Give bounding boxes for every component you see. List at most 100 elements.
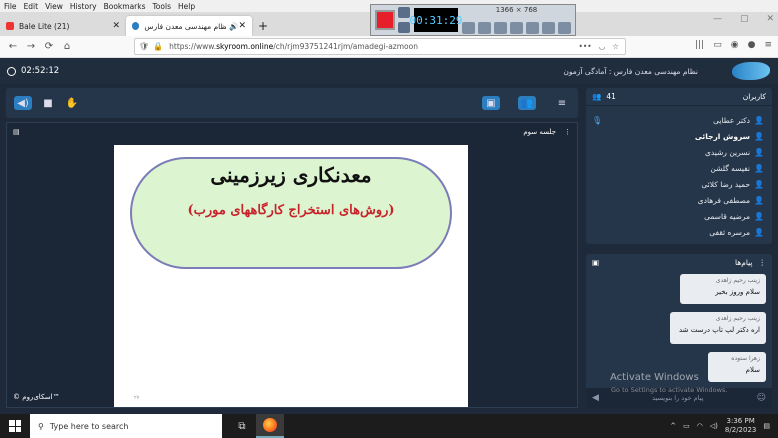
panel-menu-icon[interactable]: ⋮: [564, 128, 571, 136]
user-name: حمید رضا کلائی: [701, 179, 751, 189]
clock-text: 02:52:12: [21, 66, 60, 76]
user-name: مرسره ثقفی: [709, 227, 751, 237]
taskbar-search[interactable]: ⚲ Type here to search: [30, 414, 222, 438]
chat-header: ▣ پیام‌ها ⋮: [586, 254, 772, 270]
pen-icon[interactable]: [526, 22, 539, 34]
chat-toggle-button[interactable]: ▣: [482, 96, 500, 110]
library-icon[interactable]: |||: [695, 40, 704, 50]
network-icon[interactable]: ◠: [697, 422, 703, 430]
tab-label: Bale Lite (21): [19, 21, 70, 31]
users-list: دکتر عطایی 👤 سروش ارجائی 👤 نسرین رشیدی 👤 نف…: [586, 106, 772, 240]
users-icon: 👥: [592, 92, 602, 101]
user-item[interactable]: نسرین رشیدی 👤: [586, 144, 772, 160]
menu-tools[interactable]: Tools: [153, 2, 171, 11]
slide-page-number: ۲۷: [134, 395, 140, 401]
panel-header: ▤ جلسه سوم ⋮: [7, 123, 577, 141]
message-sender: زینب رحیم زاهدی: [715, 277, 760, 284]
task-view-button[interactable]: ⧉: [228, 414, 256, 438]
close-tab-icon[interactable]: ✕: [112, 21, 120, 31]
cursor-icon[interactable]: [510, 22, 523, 34]
shield-icon[interactable]: 🛡: [139, 42, 149, 51]
tab-skyroom[interactable]: نظام مهندسی معدن فارس - 🔊 ✕: [126, 16, 252, 36]
more-icon[interactable]: •••: [578, 42, 591, 51]
chat-menu-icon[interactable]: ⋮: [759, 258, 767, 267]
menu-view[interactable]: View: [45, 2, 63, 11]
user-icon: 👤: [754, 227, 764, 237]
menu-bookmarks[interactable]: Bookmarks: [104, 2, 146, 11]
record-timer: 00:31:29: [410, 8, 463, 32]
user-name: نفیسه گلشن: [710, 163, 751, 173]
chat-message: زینب رحیم زاهدی اره دکتر لپ تاپ درست شد: [670, 312, 766, 344]
users-toggle-button[interactable]: 👥: [518, 96, 536, 110]
speaker-icon[interactable]: 🔊: [229, 22, 238, 31]
webcam-icon[interactable]: [494, 22, 507, 34]
presentation-button[interactable]: ■: [40, 96, 56, 110]
settings-icon[interactable]: [558, 22, 571, 34]
user-item[interactable]: مرسره ثقفی 👤: [586, 224, 772, 240]
record-resolution: 1366 × 768: [495, 6, 538, 14]
emoji-icon[interactable]: ☺: [757, 393, 766, 403]
message-body: سلام: [745, 366, 760, 374]
menu-icon[interactable]: ≡: [764, 40, 772, 50]
user-item[interactable]: مصطفی فرهادی 👤: [586, 192, 772, 208]
reload-icon[interactable]: ⟳: [40, 41, 58, 52]
url-domain: skyroom.online: [216, 42, 274, 51]
main-menu-button[interactable]: ≡: [554, 96, 570, 110]
system-tray: ^ ▭ ◠ ◁) 3:36 PM 8/2/2023 ▤: [670, 414, 778, 438]
clock-icon: [7, 66, 16, 76]
user-icon: 👤: [754, 179, 764, 189]
volume-icon[interactable]: ◁): [710, 422, 718, 430]
tab-bale-lite[interactable]: Bale Lite (21) ✕: [0, 16, 126, 36]
taskbar-clock[interactable]: 3:36 PM 8/2/2023: [725, 417, 756, 435]
search-placeholder: Type here to search: [49, 421, 129, 431]
user-item[interactable]: حمید رضا کلائی 👤: [586, 176, 772, 192]
account-icon[interactable]: ◉: [731, 40, 739, 50]
bookmark-star-icon[interactable]: ☆: [612, 42, 619, 51]
home-icon[interactable]: ⌂: [58, 41, 76, 52]
user-item[interactable]: دکتر عطایی 👤: [586, 112, 772, 128]
user-item[interactable]: نفیسه گلشن 👤: [586, 160, 772, 176]
stop-record-button[interactable]: [375, 10, 395, 30]
audio-icon[interactable]: [462, 22, 475, 34]
sidebar-icon[interactable]: ▭: [713, 40, 722, 50]
mic-icon[interactable]: [478, 22, 491, 34]
user-icon: 👤: [754, 211, 764, 221]
lock-icon[interactable]: 🔒: [153, 42, 163, 51]
toolbar-right: ||| ▭ ◉ ● ≡: [695, 40, 772, 50]
panel-title: جلسه سوم: [523, 128, 556, 136]
chat-panel: ▣ پیام‌ها ⋮ زینب رحیم زاهدی سلام وروز بخ…: [586, 254, 772, 408]
pause-icon[interactable]: [398, 22, 410, 33]
url-bar[interactable]: 🛡 🔒 https://www.skyroom.online/ch/rjm937…: [134, 38, 626, 55]
search-icon: ⚲: [38, 421, 44, 431]
firefox-taskbar-button[interactable]: [256, 414, 284, 438]
menu-help[interactable]: Help: [178, 2, 195, 11]
windows-start-button[interactable]: [0, 414, 30, 438]
toolbar-right-buttons: ▣ 👥 ≡: [474, 96, 570, 110]
maximize-icon[interactable]: ▢: [740, 14, 749, 24]
page-title: نظام مهندسی معدن فارس : آمادگی آزمون: [563, 66, 698, 76]
raise-hand-button[interactable]: ✋: [64, 96, 80, 110]
new-tab-button[interactable]: +: [252, 16, 274, 36]
menu-file[interactable]: File: [4, 2, 17, 11]
close-window-icon[interactable]: ✕: [766, 14, 774, 24]
url-prefix: https://www.: [169, 42, 217, 51]
battery-icon[interactable]: ▭: [683, 422, 690, 430]
speaker-button[interactable]: ◀): [14, 96, 32, 110]
menu-history[interactable]: History: [70, 2, 97, 11]
back-icon[interactable]: ←: [4, 41, 22, 52]
forward-icon[interactable]: →: [22, 41, 40, 52]
chevron-up-icon[interactable]: ^: [670, 422, 676, 430]
menu-edit[interactable]: Edit: [24, 2, 39, 11]
minimize-icon[interactable]: —: [713, 14, 722, 24]
user-item[interactable]: مرضیه قاسمی 👤: [586, 208, 772, 224]
folder-icon[interactable]: [542, 22, 555, 34]
send-icon[interactable]: ◀: [592, 393, 599, 403]
chat-title: پیام‌ها: [734, 257, 753, 267]
extension-icon[interactable]: ●: [748, 40, 756, 50]
user-item[interactable]: سروش ارجائی 👤: [586, 128, 772, 144]
notifications-icon[interactable]: ▤: [763, 422, 770, 430]
pocket-icon[interactable]: ◡: [599, 42, 606, 51]
user-name: مرضیه قاسمی: [704, 211, 751, 221]
camera-icon[interactable]: [398, 7, 410, 18]
close-tab-icon[interactable]: ✕: [238, 21, 246, 31]
